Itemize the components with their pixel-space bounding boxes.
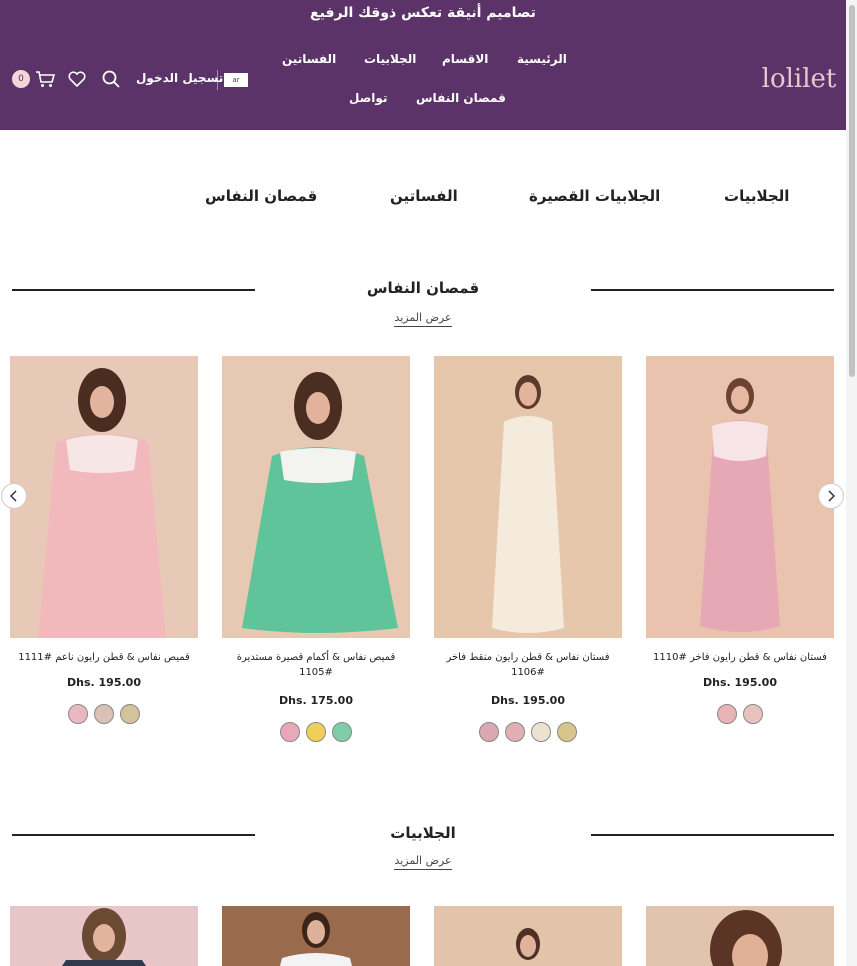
nav-jalabiya[interactable]: الجلابيات <box>364 52 416 66</box>
product-image[interactable] <box>434 906 622 966</box>
product-image[interactable] <box>222 356 410 638</box>
nav-dresses[interactable]: الفساتين <box>282 52 336 66</box>
color-swatch[interactable] <box>94 704 114 724</box>
color-swatch[interactable] <box>557 722 577 742</box>
product-price: Dhs. 195.00 <box>67 676 141 689</box>
scrollbar-thumb[interactable] <box>849 5 855 377</box>
section-title-jalabiya: الجلابيات <box>390 824 456 842</box>
product-name[interactable]: فستان نفاس & قطن رايون منقط فاخر #1106 <box>434 650 622 680</box>
product-image[interactable] <box>646 906 834 966</box>
product-price: Dhs. 195.00 <box>491 694 565 707</box>
product-name[interactable]: قميص نفاس & قطن رايون ناعم #1111 <box>10 650 198 665</box>
product-name[interactable]: فستان نفاس & قطن رايون فاخر #1110 <box>646 650 834 665</box>
carousel-next-button[interactable] <box>818 483 844 509</box>
category-short-jalabiya[interactable]: الجلابيات القصيرة <box>529 187 660 205</box>
cart-icon[interactable] <box>34 69 56 89</box>
chevron-right-icon <box>828 490 836 502</box>
color-swatch[interactable] <box>479 722 499 742</box>
cart-count-badge: 0 <box>12 70 30 88</box>
site-logo[interactable]: lolilet <box>757 60 841 96</box>
color-swatch[interactable] <box>717 704 737 724</box>
login-link[interactable]: تسجيل الدخول <box>136 71 223 85</box>
nav-contact[interactable]: تواصل <box>349 91 387 105</box>
category-maternity[interactable]: قمصان النفاس <box>205 187 317 205</box>
color-swatch[interactable] <box>505 722 525 742</box>
color-swatch[interactable] <box>280 722 300 742</box>
category-dresses[interactable]: الفساتين <box>390 187 458 205</box>
product-image[interactable] <box>646 356 834 638</box>
color-swatch[interactable] <box>332 722 352 742</box>
color-swatch[interactable] <box>68 704 88 724</box>
view-more-link-maternity[interactable]: عرض المزيد <box>0 311 846 327</box>
nav-categories[interactable]: الاقسام <box>442 52 488 66</box>
color-swatch[interactable] <box>120 704 140 724</box>
color-swatch[interactable] <box>306 722 326 742</box>
color-swatch[interactable] <box>531 722 551 742</box>
product-image[interactable] <box>434 356 622 638</box>
svg-text:lolilet: lolilet <box>762 64 837 94</box>
section-title-maternity: قمصان النفاس <box>366 279 480 297</box>
carousel-prev-button[interactable] <box>1 483 27 509</box>
product-image[interactable] <box>10 906 198 966</box>
nav-maternity[interactable]: قمصان النفاس <box>416 91 506 105</box>
view-more-link-jalabiya[interactable]: عرض المزيد <box>0 854 846 870</box>
product-image[interactable] <box>222 906 410 966</box>
wishlist-heart-icon[interactable] <box>67 69 87 89</box>
nav-home[interactable]: الرئيسية <box>517 52 567 66</box>
product-price: Dhs. 175.00 <box>279 694 353 707</box>
color-swatch[interactable] <box>743 704 763 724</box>
search-icon[interactable] <box>101 69 121 89</box>
language-switch[interactable]: ar <box>224 73 248 87</box>
product-image[interactable] <box>10 356 198 638</box>
announcement-bar: تصاميم أنيقة تعكس ذوقك الرفيع <box>310 5 536 21</box>
product-name[interactable]: قميص نفاس & أكمام قصيرة مستديرة 1105# <box>222 650 410 680</box>
category-jalabiya[interactable]: الجلابيات <box>724 187 789 205</box>
product-price: Dhs. 195.00 <box>703 676 777 689</box>
chevron-left-icon <box>9 490 17 502</box>
